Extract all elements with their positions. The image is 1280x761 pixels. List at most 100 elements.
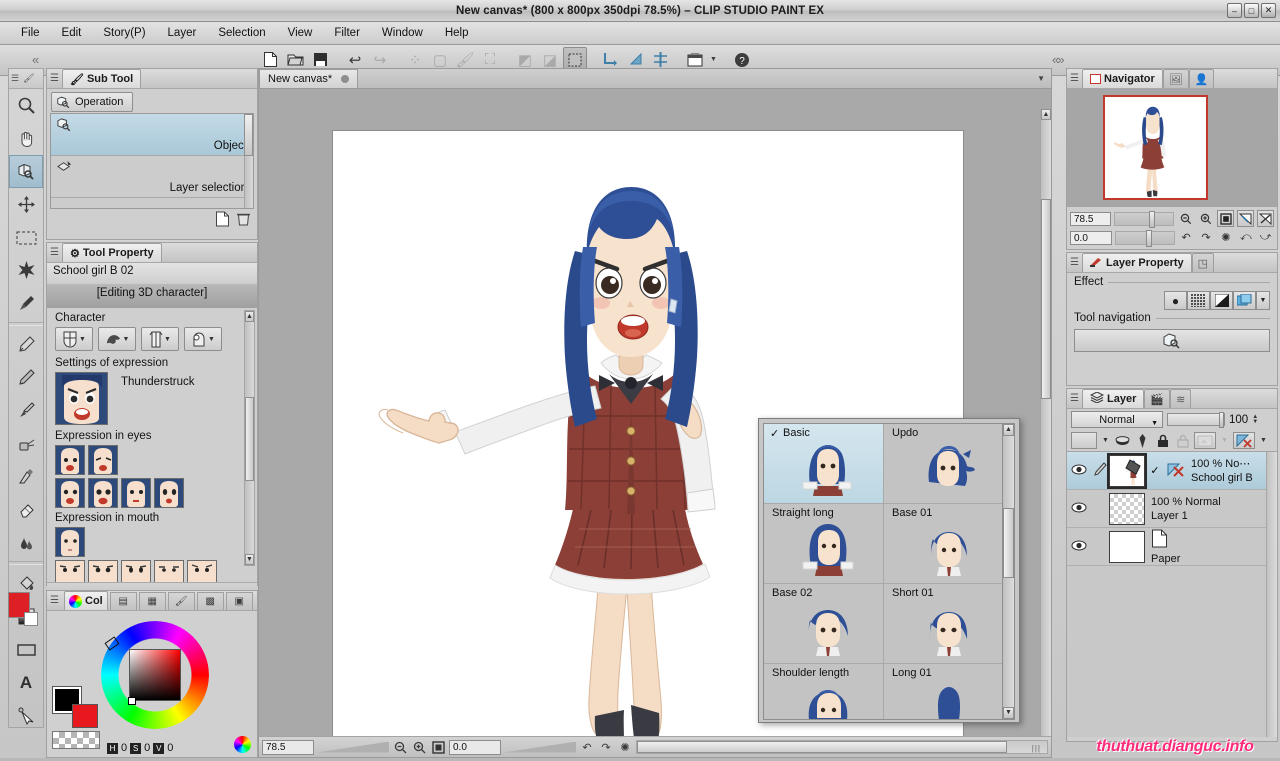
ruler-disabled-icon[interactable] <box>1165 461 1185 481</box>
ruler-caret-icon[interactable]: ▼ <box>1258 432 1269 449</box>
color-set-tab[interactable]: ▤ <box>109 591 137 610</box>
mask-caret-icon[interactable]: ▼ <box>1219 432 1230 449</box>
border-effect-icon[interactable]: ● <box>1164 291 1187 310</box>
tool-navigation-button[interactable] <box>1074 329 1270 352</box>
hairstyle-scroll-down-icon[interactable]: ▼ <box>1003 707 1014 719</box>
clothing-button[interactable]: ▼ <box>141 327 179 351</box>
color-history-tab[interactable]: ▣ <box>225 591 253 610</box>
mouth-expression-thumb[interactable] <box>121 560 151 582</box>
table-row[interactable]: 100 % Normal Layer 1 <box>1067 490 1277 528</box>
layer-color-icon[interactable] <box>1210 291 1233 310</box>
eye-expression-thumb[interactable] <box>55 478 85 508</box>
blend-tool[interactable] <box>9 526 43 559</box>
hairstyle-item-long-01[interactable]: Long 01 <box>884 664 1002 719</box>
layer-visibility-icon[interactable] <box>1067 502 1091 516</box>
layer-visibility-icon[interactable] <box>1067 464 1091 478</box>
intermediate-color-tab[interactable]: ▦ <box>138 591 166 610</box>
accessory-button[interactable]: ▼ <box>184 327 222 351</box>
menu-item-selection[interactable]: Selection <box>207 24 276 42</box>
expression-thumbnail-selected[interactable] <box>55 372 108 425</box>
hairstyle-item-base-02[interactable]: Base 02 <box>764 584 884 664</box>
item-bank-tab[interactable]: 👤 <box>1188 69 1215 88</box>
table-row[interactable]: Paper <box>1067 528 1277 566</box>
reference-layer-icon[interactable] <box>1134 432 1151 449</box>
mouth-expression-thumb[interactable] <box>55 560 85 582</box>
layer-thumbnail[interactable] <box>1109 530 1145 563</box>
canvas-scroll-up-icon[interactable]: ▲ <box>1041 109 1051 120</box>
marquee-tool[interactable] <box>9 221 43 254</box>
lock-transparent-icon[interactable] <box>1174 432 1191 449</box>
tab-tool-property[interactable]: ⚙ Tool Property <box>62 243 162 262</box>
panel-menu-icon[interactable]: ☰ <box>47 70 62 88</box>
more-caret-icon[interactable]: ▼ <box>1256 291 1270 310</box>
navigator-rotation-slider[interactable] <box>1114 229 1175 247</box>
value-value[interactable]: 0 <box>167 742 173 754</box>
operation-button[interactable]: Operation <box>51 92 134 112</box>
navigator-fit-button[interactable] <box>1217 210 1235 227</box>
mouth-expression-thumb[interactable] <box>187 560 217 582</box>
hairstyle-scrollbar[interactable]: ▲ ▼ <box>1002 423 1015 720</box>
canvas-hscroll-thumb[interactable] <box>637 741 1007 753</box>
brush-tool[interactable] <box>9 394 43 427</box>
pencil-tool[interactable] <box>9 361 43 394</box>
mouth-expression-thumb[interactable] <box>154 560 184 582</box>
extract-line-icon[interactable] <box>1233 291 1256 310</box>
layer-search-tab[interactable]: ≋ <box>1170 389 1192 408</box>
zoom-in-button[interactable] <box>411 739 427 755</box>
layer-list-scrollbar[interactable] <box>1266 452 1277 737</box>
canvas-vertical-scrollbar[interactable]: ▲ ▼ <box>1040 109 1051 737</box>
mouth-expression-thumb[interactable] <box>88 560 118 582</box>
navigator-preview[interactable] <box>1067 89 1277 207</box>
zoom-out-button[interactable] <box>392 739 408 755</box>
navigator-zoom-knob[interactable] <box>1149 210 1156 228</box>
tool-property-scrollbar[interactable]: ▲ ▼ <box>244 310 255 566</box>
menu-item-edit[interactable]: Edit <box>51 24 93 42</box>
saturation-value-box[interactable] <box>129 649 181 701</box>
sub-view-tab[interactable]: 🖼 <box>1162 69 1189 88</box>
navigator-viewport-frame[interactable] <box>1103 95 1208 200</box>
hairstyle-item-basic[interactable]: ✓ Basic <box>764 424 884 504</box>
hairstyle-item-updo[interactable]: Updo <box>884 424 1002 504</box>
body-type-button[interactable]: ▼ <box>55 327 93 351</box>
canvas-tab[interactable]: New canvas* <box>259 69 359 88</box>
menu-item-view[interactable]: View <box>277 24 324 42</box>
balloon-tool[interactable] <box>9 699 43 732</box>
scroll-up-icon[interactable]: ▲ <box>245 311 254 322</box>
clip-to-layer-icon[interactable] <box>1114 432 1131 449</box>
tone-effect-icon[interactable] <box>1187 291 1210 310</box>
hairstyle-popup[interactable]: ✓ Basic Updo Straight long Base 01 Base … <box>758 418 1020 723</box>
hue-value[interactable]: 0 <box>121 742 127 754</box>
hairstyle-item-straight-long[interactable]: Straight long <box>764 504 884 584</box>
layer-thumbnail[interactable] <box>1109 492 1145 525</box>
navigator-rotate-left-button[interactable]: ↶ <box>1178 229 1195 246</box>
delete-icon[interactable] <box>236 211 251 230</box>
close-button[interactable]: ✕ <box>1261 3 1276 18</box>
navigator-zoom-slider[interactable] <box>1114 210 1175 228</box>
collapse-left-icon[interactable]: « <box>32 52 39 67</box>
pen-tool[interactable] <box>9 328 43 361</box>
navigator-reset-rotation-button[interactable]: ✺ <box>1217 229 1234 246</box>
palette-menu-icon[interactable]: ☰ <box>9 73 19 84</box>
minimize-button[interactable]: – <box>1227 3 1242 18</box>
eyedropper-tool[interactable] <box>9 287 43 320</box>
menu-item-help[interactable]: Help <box>434 24 480 42</box>
fit-to-screen-button[interactable] <box>430 739 446 755</box>
scroll-down-icon[interactable]: ▼ <box>245 554 254 565</box>
reset-rotation-button[interactable]: ✺ <box>617 739 633 755</box>
figure-tool[interactable] <box>9 633 43 666</box>
tab-layer-property[interactable]: Layer Property <box>1082 253 1192 272</box>
navigator-rotate-right-button[interactable]: ↷ <box>1198 229 1215 246</box>
blend-mode-select[interactable]: Normal ▼ <box>1071 411 1163 428</box>
navigator-rotation-field[interactable]: 0.0 <box>1070 230 1112 245</box>
rotate-left-button[interactable]: ↶ <box>579 739 595 755</box>
tab-sub-tool[interactable]: 🖌 Sub Tool <box>62 69 142 88</box>
menu-item-story[interactable]: Story(P) <box>92 24 156 42</box>
hair-style-button[interactable]: ▼ <box>98 327 136 351</box>
layer-thumbnail[interactable] <box>1107 452 1147 489</box>
hand-tool[interactable] <box>9 122 43 155</box>
sub-tool-item-object[interactable]: Object <box>51 114 253 156</box>
menu-item-file[interactable]: File <box>10 24 51 42</box>
rotation-slider[interactable] <box>504 740 576 755</box>
secondary-swatch-white[interactable] <box>24 612 38 626</box>
menu-item-layer[interactable]: Layer <box>157 24 208 42</box>
